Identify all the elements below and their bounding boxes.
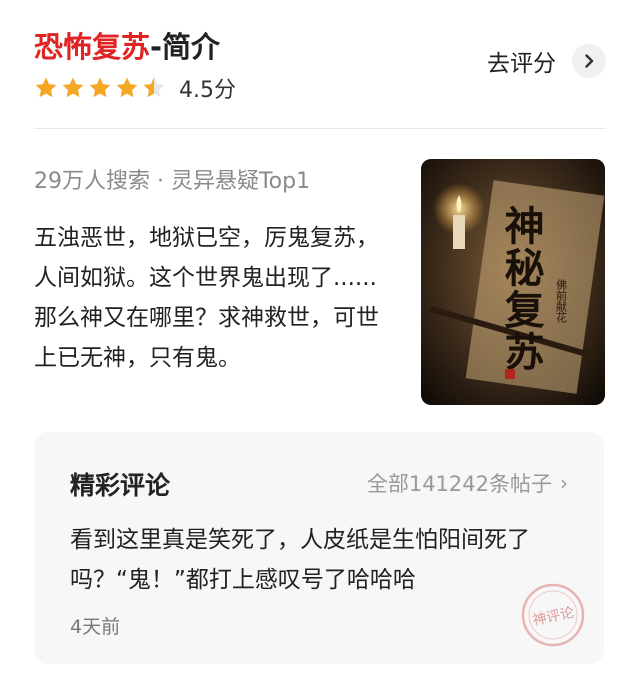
comments-card: 精彩评论 全部141242条帖子 › 看到这里真是笑死了，人皮纸是生怕阳间死了吗…	[34, 432, 604, 664]
header-divider	[34, 128, 606, 129]
stamp-text: 神评论	[531, 605, 575, 629]
god-comment-stamp: 神评论	[521, 583, 585, 647]
star-full-icon	[62, 77, 84, 98]
rating-row: 4.5分	[34, 72, 236, 104]
page-title: 恐怖复苏-简介	[34, 24, 220, 66]
title-suffix: -简介	[150, 30, 221, 64]
cover-title: 神秘复苏	[498, 205, 545, 373]
star-full-icon	[89, 77, 111, 98]
top-comment[interactable]: 看到这里真是笑死了，人皮纸是生怕阳间死了吗？“鬼！”都打上感叹号了哈哈哈	[70, 520, 575, 600]
star-half-icon	[143, 77, 165, 98]
book-cover[interactable]: 神秘复苏 佛前献花	[421, 159, 605, 405]
book-intro-header: 恐怖复苏-简介 4.5分 去评分	[0, 0, 640, 130]
rating-score: 4.5分	[179, 78, 236, 103]
all-comments-label: 全部141242条帖子	[366, 472, 552, 496]
book-synopsis: 五浊恶世，地狱已空，厉鬼复苏，人间如狱。这个世界鬼出现了......那么神又在哪…	[34, 225, 379, 371]
all-comments-link[interactable]: 全部141242条帖子 ›	[367, 468, 568, 498]
rate-button-label: 去评分	[487, 51, 556, 77]
chevron-right-icon	[572, 44, 606, 78]
comments-section-title: 精彩评论	[70, 471, 171, 500]
star-full-icon	[116, 77, 138, 98]
chevron-right-icon: ›	[560, 471, 568, 495]
book-cover-image: 神秘复苏 佛前献花	[421, 159, 605, 405]
book-title: 恐怖复苏	[34, 30, 151, 64]
book-meta: 29万人搜索 · 灵异悬疑Top1	[34, 169, 311, 194]
rate-button[interactable]: 去评分	[487, 44, 606, 78]
cover-author: 佛前献花	[555, 279, 568, 323]
comment-time: 4天前	[70, 616, 121, 638]
star-full-icon	[35, 77, 57, 98]
